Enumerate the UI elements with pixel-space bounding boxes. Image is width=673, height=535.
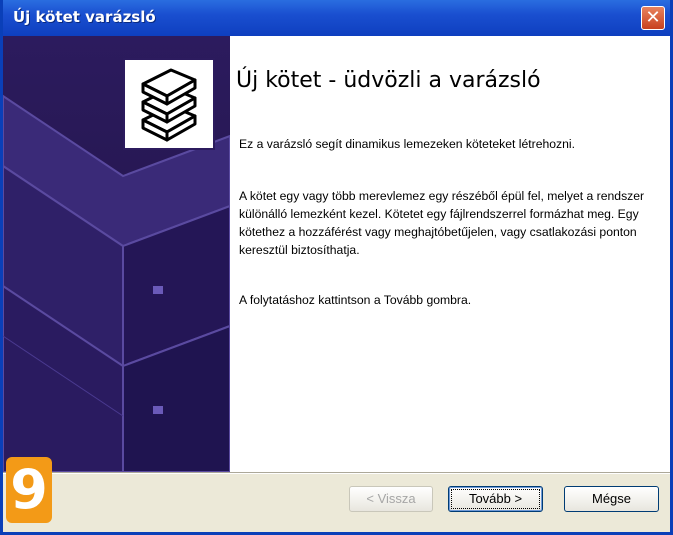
wizard-text-instruction: A folytatáshoz kattintson a Tovább gombr…: [239, 293, 472, 307]
wizard-text-description: A kötet egy vagy több merevlemez egy rés…: [239, 189, 645, 257]
step-number-badge: 9: [6, 457, 52, 523]
close-icon: ✕: [645, 7, 661, 28]
stacked-disks-icon: [141, 68, 197, 142]
back-button[interactable]: < Vissza: [349, 486, 433, 512]
window-title: Új kötet varázsló: [13, 8, 156, 26]
wizard-content: Új kötet - üdvözli a varázsló Ez a varáz…: [230, 36, 670, 472]
wizard-icon-box: [123, 58, 215, 150]
cancel-button[interactable]: Mégse: [564, 486, 659, 512]
wizard-heading: Új kötet - üdvözli a varázsló: [236, 68, 541, 93]
wizard-window: Új kötet varázsló ✕ Új kötet - üdvözli a…: [0, 0, 673, 535]
wizard-side-panel: [3, 36, 230, 472]
title-bar[interactable]: Új kötet varázsló ✕: [3, 0, 670, 36]
button-separator: [3, 472, 670, 474]
close-button[interactable]: ✕: [641, 6, 665, 30]
wizard-text-intro: Ez a varázsló segít dinamikus lemezeken …: [239, 137, 576, 151]
next-button[interactable]: Tovább >: [448, 486, 543, 512]
